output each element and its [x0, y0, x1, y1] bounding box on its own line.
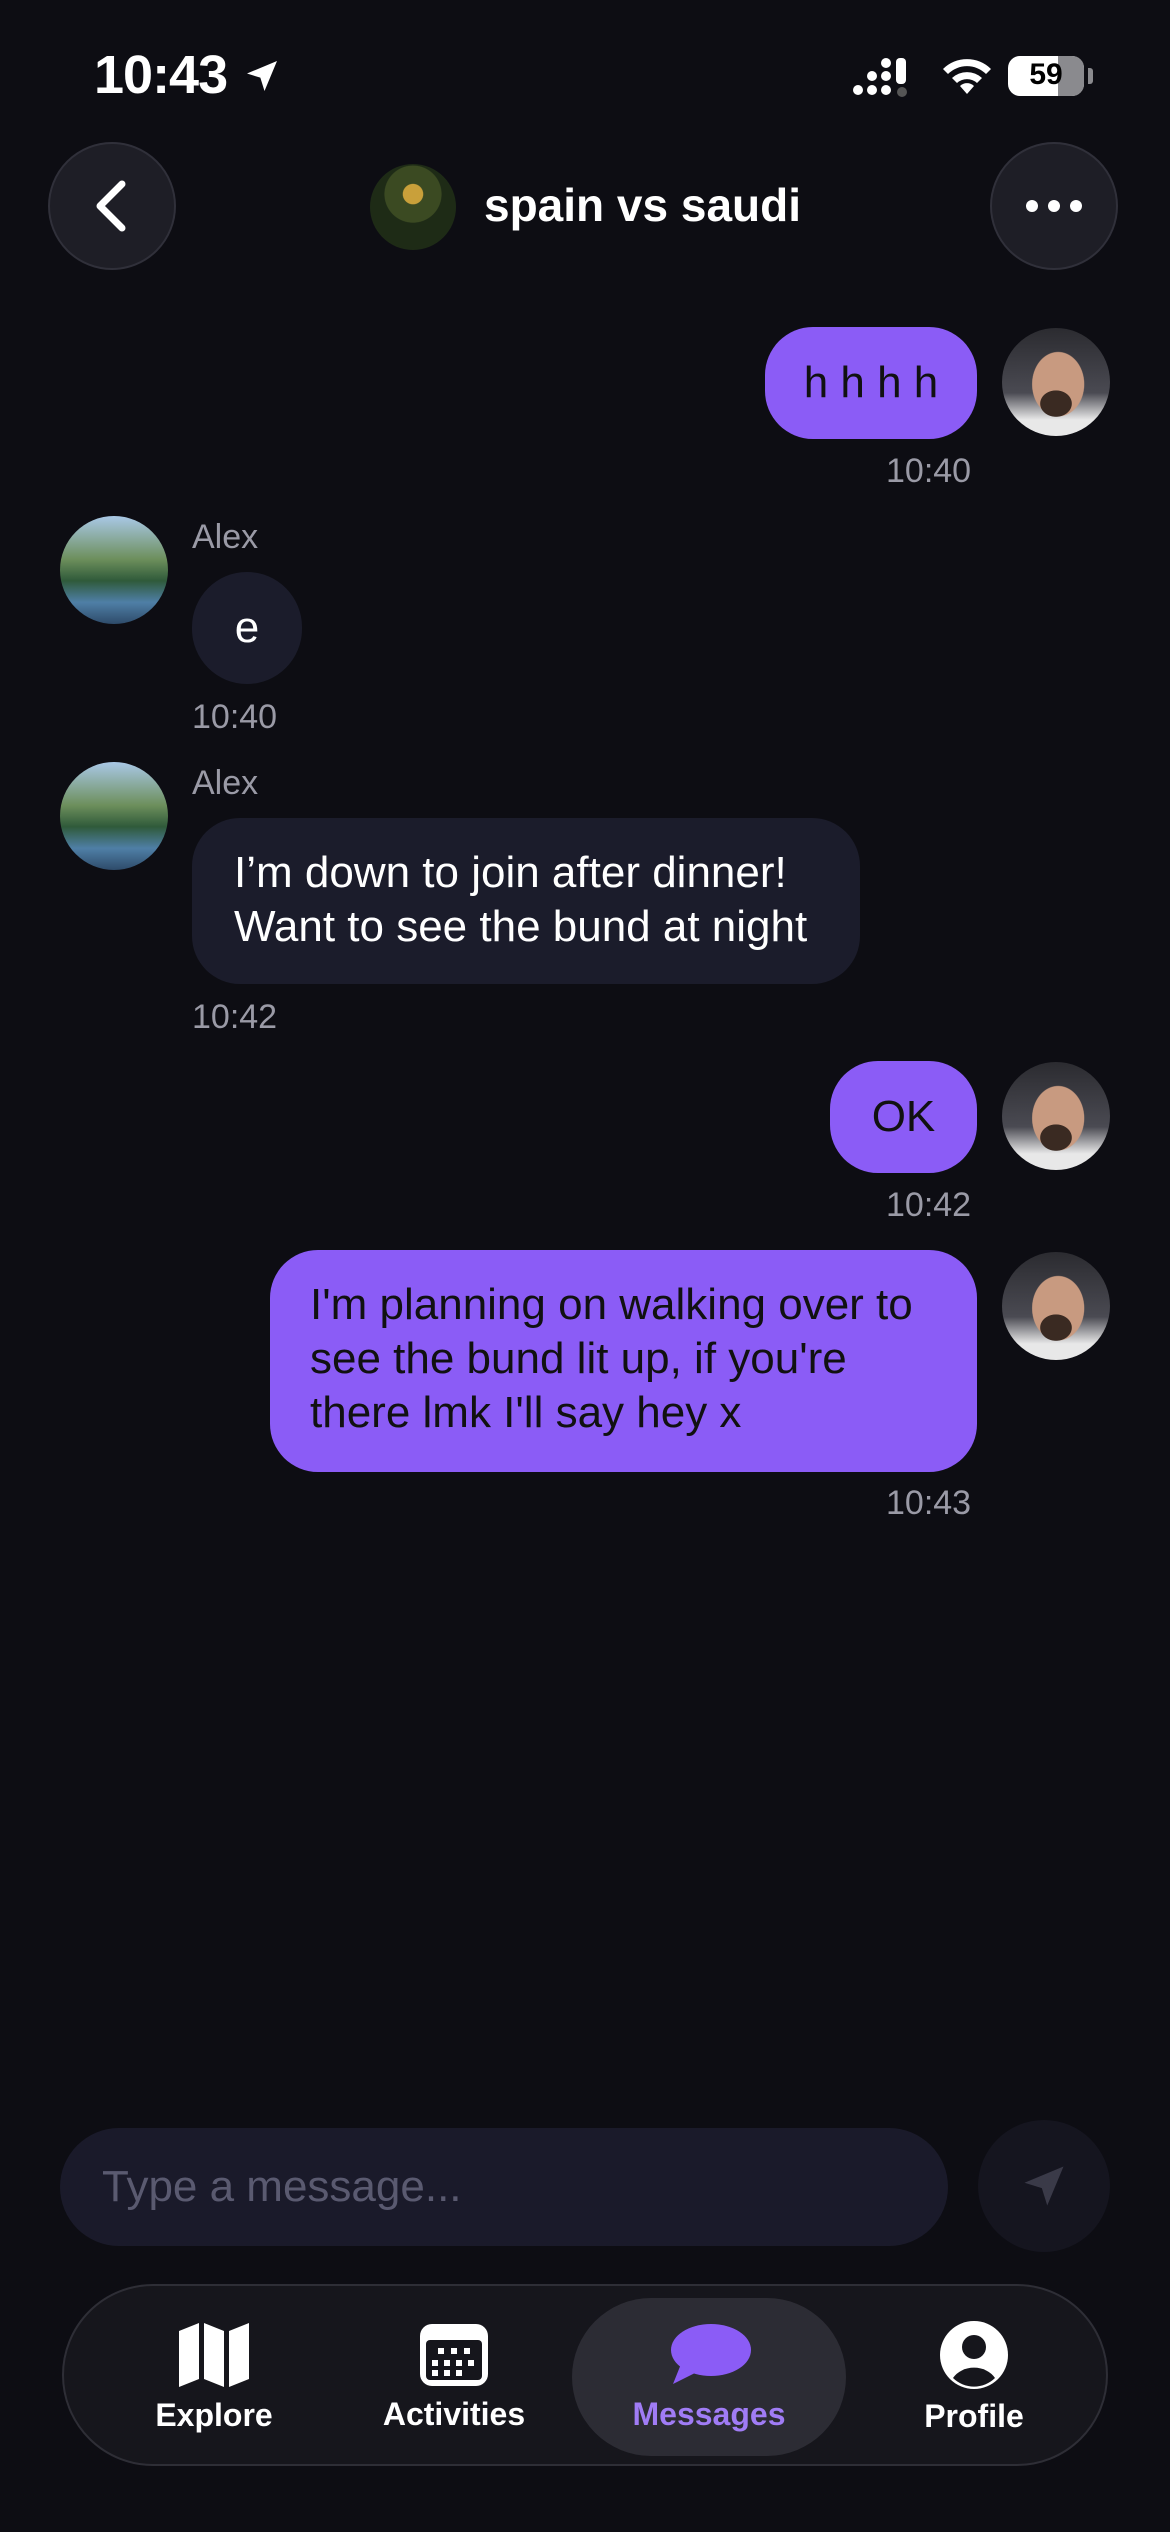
my-avatar[interactable] [1002, 1062, 1110, 1170]
status-time: 10:43 [94, 45, 228, 105]
send-icon [1024, 2166, 1064, 2206]
tab-messages[interactable]: Messages [572, 2298, 846, 2456]
group-avatar[interactable] [370, 164, 456, 250]
message-line: I'm planning on walking over to [310, 1280, 913, 1329]
sender-name: Alex [192, 764, 259, 802]
message-input[interactable] [60, 2128, 948, 2246]
message-line: there lmk I'll say hey x [310, 1388, 742, 1437]
tab-label: Explore [155, 2396, 273, 2433]
message-text: h h h h [803, 358, 939, 407]
battery-level: 59 [1029, 58, 1063, 91]
outgoing-message-bubble[interactable]: I'm planning on walking over to see the … [270, 1250, 977, 1472]
tab-profile[interactable]: Profile [874, 2298, 1074, 2456]
message-timestamp: 10:40 [192, 698, 278, 736]
location-arrow-icon [247, 61, 277, 91]
alex-avatar[interactable] [60, 516, 168, 624]
wifi-icon [943, 59, 991, 94]
incoming-message-bubble[interactable]: e [192, 572, 302, 684]
more-dot [1070, 200, 1082, 212]
more-options-button[interactable] [990, 142, 1118, 270]
back-button[interactable] [48, 142, 176, 270]
tab-explore[interactable]: Explore [114, 2298, 314, 2456]
battery-nub [1088, 68, 1093, 84]
chevron-left-icon [96, 180, 126, 232]
bottom-tab-bar: Explore Activities Messages Profile [62, 2284, 1108, 2466]
sender-name: Alex [192, 518, 259, 556]
more-dot [1048, 200, 1060, 212]
message-line: I’m down to join after dinner! [234, 848, 787, 897]
profile-icon [940, 2320, 1008, 2389]
outgoing-message-bubble[interactable]: h h h h [765, 327, 977, 439]
send-button[interactable] [978, 2120, 1110, 2252]
message-timestamp: 10:42 [192, 998, 278, 1036]
message-timestamp: 10:42 [886, 1186, 972, 1224]
tab-label: Profile [924, 2397, 1024, 2434]
battery-indicator: 59 [1008, 56, 1084, 96]
alex-avatar[interactable] [60, 762, 168, 870]
map-icon [179, 2322, 249, 2387]
more-dots-icon [1026, 200, 1038, 212]
my-avatar[interactable] [1002, 1252, 1110, 1360]
tab-activities[interactable]: Activities [354, 2298, 554, 2456]
message-line: Want to see the bund at night [234, 902, 808, 951]
calendar-icon [420, 2323, 488, 2386]
message-text: e [234, 603, 260, 652]
my-avatar[interactable] [1002, 328, 1110, 436]
message-text: OK [871, 1092, 936, 1141]
outgoing-message-bubble[interactable]: OK [830, 1061, 977, 1173]
chat-bubble-icon [671, 2323, 751, 2384]
cellular-signal-icon [853, 58, 907, 97]
message-timestamp: 10:43 [886, 1484, 972, 1522]
message-timestamp: 10:40 [886, 452, 972, 490]
chat-title[interactable]: spain vs saudi [484, 178, 801, 232]
incoming-message-bubble[interactable]: I’m down to join after dinner! Want to s… [192, 818, 860, 984]
tab-label: Activities [382, 2395, 526, 2432]
tab-label: Messages [632, 2395, 786, 2432]
message-line: see the bund lit up, if you're [310, 1334, 847, 1383]
